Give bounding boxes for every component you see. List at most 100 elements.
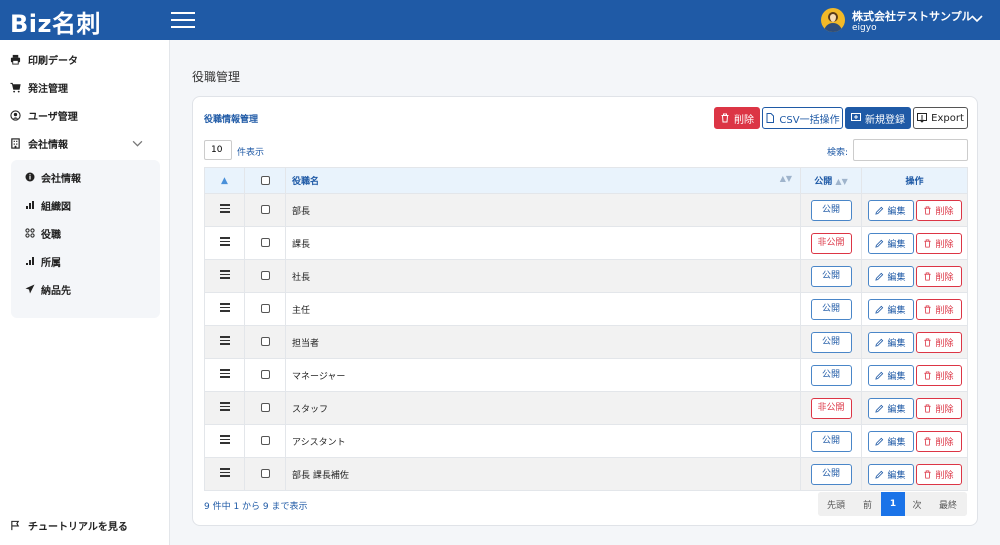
drag-handle-icon[interactable] [219, 334, 230, 347]
drag-handle-icon[interactable] [219, 466, 230, 479]
edit-label: 編集 [887, 371, 906, 382]
row-checkbox[interactable] [260, 436, 270, 445]
sort-header[interactable]: ▲ [204, 167, 245, 194]
submenu-item-company-info[interactable]: 会社情報 [25, 167, 81, 187]
sidebar-item-users[interactable]: ユーザ管理 [10, 104, 78, 126]
delete-button[interactable]: 削除 [915, 232, 962, 254]
row-checkbox[interactable] [260, 469, 270, 478]
menu-toggle-icon[interactable] [171, 12, 195, 28]
public-cell: 公開 [800, 358, 862, 392]
submenu-item-org-chart[interactable]: 組織図 [25, 195, 71, 215]
drag-handle-icon[interactable] [219, 301, 230, 314]
tutorial-link[interactable]: チュートリアルを見る [10, 518, 128, 533]
edit-button[interactable]: 編集 [867, 265, 914, 287]
page-prev-button[interactable]: 前 [854, 492, 881, 516]
card-title: 役職情報管理 [204, 115, 259, 125]
delete-button[interactable]: 削除 [915, 397, 962, 419]
public-toggle-button[interactable]: 公開 [810, 265, 852, 287]
public-toggle-button[interactable]: 公開 [810, 331, 852, 353]
public-cell: 公開 [800, 193, 862, 227]
app-logo[interactable]: Biz名刺 [10, 4, 101, 39]
chevron-down-icon[interactable] [132, 138, 143, 149]
submenu-item-delivery[interactable]: 納品先 [25, 279, 71, 299]
header-name[interactable]: 役職名 ▲▼ [285, 167, 801, 194]
page-next-button[interactable]: 次 [905, 492, 929, 516]
delete-button[interactable]: 削除 [915, 199, 962, 221]
new-register-button[interactable]: 新規登録 [845, 107, 911, 129]
cart-icon [10, 82, 21, 93]
row-checkbox[interactable] [260, 370, 270, 379]
public-toggle-button[interactable]: 公開 [810, 298, 852, 320]
delete-button[interactable]: 削除 [915, 331, 962, 353]
drag-handle-icon[interactable] [219, 433, 230, 446]
row-checkbox[interactable] [260, 337, 270, 346]
bulk-delete-button[interactable]: 削除 [714, 107, 760, 129]
trash-icon [924, 337, 932, 347]
edit-button[interactable]: 編集 [867, 430, 914, 452]
sidebar-item-orders[interactable]: 発注管理 [10, 76, 68, 98]
public-toggle-button[interactable]: 公開 [810, 463, 852, 485]
public-cell: 公開 [800, 457, 862, 491]
csv-bulk-button[interactable]: CSV一括操作 [762, 107, 843, 129]
ops-cell: 編集 削除 [861, 292, 968, 326]
edit-button[interactable]: 編集 [867, 364, 914, 386]
button-label: 新規登録 [865, 114, 905, 126]
drag-handle-icon[interactable] [219, 400, 230, 413]
sidebar-item-print-data[interactable]: 印刷データ [10, 48, 78, 70]
drag-handle-icon[interactable] [219, 202, 230, 215]
edit-button[interactable]: 編集 [867, 463, 914, 485]
row-checkbox[interactable] [260, 271, 270, 280]
submenu-item-positions[interactable]: 役職 [25, 223, 61, 243]
user-avatar[interactable] [821, 8, 845, 32]
drag-handle-icon[interactable] [219, 268, 230, 281]
row-checkbox[interactable] [260, 304, 270, 313]
public-toggle-button[interactable]: 非公開 [810, 232, 852, 254]
header-public[interactable]: 公開 ▲▼ [800, 167, 862, 194]
public-toggle-button[interactable]: 公開 [810, 430, 852, 452]
chevron-down-icon[interactable] [970, 12, 984, 26]
select-all-header [244, 167, 286, 194]
header-label: 操作 [905, 177, 924, 187]
edit-button[interactable]: 編集 [867, 298, 914, 320]
page-first-button[interactable]: 先頭 [818, 492, 854, 516]
page-last-button[interactable]: 最終 [929, 492, 967, 516]
page-current-button[interactable]: 1 [881, 492, 905, 516]
public-cell: 公開 [800, 424, 862, 458]
export-button[interactable]: Export [913, 107, 968, 129]
search-input[interactable] [853, 139, 968, 161]
delete-label: 削除 [935, 338, 954, 349]
sidebar-item-company[interactable]: 会社情報 [10, 132, 160, 154]
ops-cell: 編集 削除 [861, 457, 968, 491]
delete-button[interactable]: 削除 [915, 265, 962, 287]
edit-label: 編集 [887, 305, 906, 316]
submenu-item-affiliation[interactable]: 所属 [25, 251, 61, 271]
send-icon [25, 284, 35, 294]
table-info: 9 件中 1 から 9 まで表示 [204, 502, 308, 512]
edit-button[interactable]: 編集 [867, 397, 914, 419]
row-checkbox[interactable] [260, 238, 270, 247]
drag-handle-icon[interactable] [219, 367, 230, 380]
public-toggle-button[interactable]: 公開 [810, 364, 852, 386]
drag-handle-icon[interactable] [219, 235, 230, 248]
positions-table: ▲ 役職名 ▲▼ 公開 ▲▼ 操作 部長 公開 編集 削除 課長 非公開 編集 削除 社長 公開 編集… [204, 167, 968, 491]
delete-button[interactable]: 削除 [915, 430, 962, 452]
public-toggle-button[interactable]: 非公開 [810, 397, 852, 419]
row-checkbox[interactable] [260, 205, 270, 214]
delete-label: 削除 [935, 305, 954, 316]
edit-button[interactable]: 編集 [867, 199, 914, 221]
pencil-icon [875, 239, 884, 248]
delete-button[interactable]: 削除 [915, 298, 962, 320]
public-toggle-button[interactable]: 公開 [810, 199, 852, 221]
select-all-checkbox[interactable] [260, 175, 270, 185]
ops-cell: 編集 削除 [861, 424, 968, 458]
page-title: 役職管理 [192, 70, 241, 84]
row-checkbox[interactable] [260, 403, 270, 412]
checkbox-cell [244, 391, 286, 425]
table-row: 担当者 公開 編集 削除 [204, 325, 968, 359]
drag-cell [204, 391, 245, 425]
page-length-select[interactable] [204, 140, 232, 160]
edit-button[interactable]: 編集 [867, 331, 914, 353]
delete-button[interactable]: 削除 [915, 463, 962, 485]
delete-button[interactable]: 削除 [915, 364, 962, 386]
edit-button[interactable]: 編集 [867, 232, 914, 254]
